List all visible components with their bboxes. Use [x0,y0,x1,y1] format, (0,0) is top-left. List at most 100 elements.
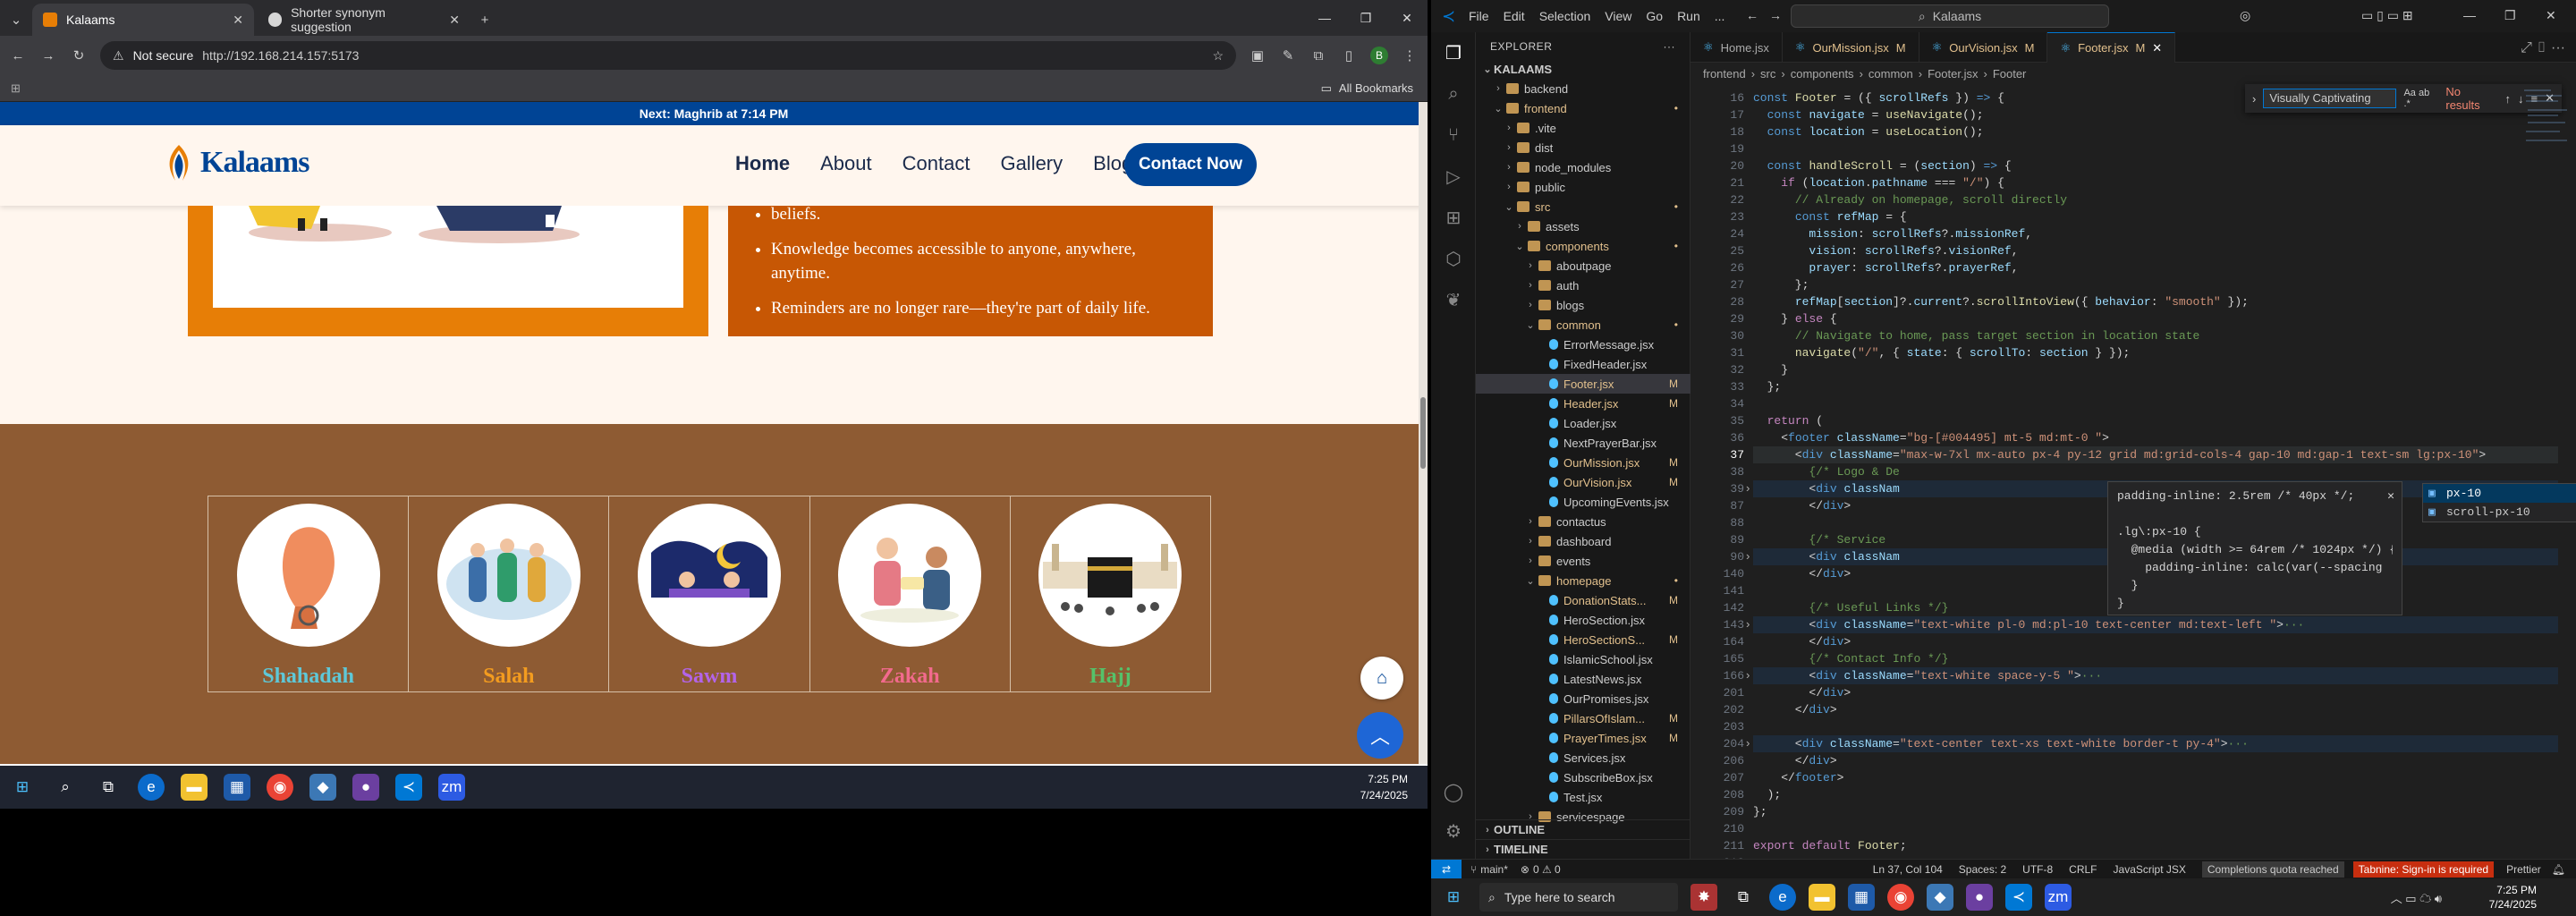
system-clock[interactable]: 7:25 PM 7/24/2025 [2489,883,2537,912]
indentation[interactable]: Spaces: 2 [1959,863,2006,876]
code-line[interactable]: <footer className="bg-[#004495] mt-5 md:… [1753,429,2109,446]
mongodb-icon[interactable]: ❦ [1442,288,1465,311]
nav-gallery[interactable]: Gallery [1000,152,1063,175]
tree-file[interactable]: LatestNews.jsx [1476,669,1690,689]
menu-file[interactable]: File [1469,9,1489,23]
crumb[interactable]: frontend [1703,67,1746,81]
tree-folder[interactable]: › .vite [1476,118,1690,138]
code-line[interactable]: const location = useLocation(); [1753,123,1984,140]
crumb[interactable]: common [1868,67,1913,81]
code-line[interactable]: <div className="text-white pl-0 md:pl-10… [1753,616,2558,633]
task-view-icon[interactable]: ⧉ [95,774,122,801]
tree-file[interactable]: OurMission.jsx M [1476,453,1690,472]
pillar-card-hajj[interactable]: Hajj [1011,496,1210,691]
url-text[interactable]: http://192.168.214.157:5173 [202,48,359,63]
code-line[interactable]: const navigate = useNavigate(); [1753,106,1984,123]
tree-folder[interactable]: ⌄ src • [1476,197,1690,216]
fold-chevron-icon[interactable]: › [1742,667,1751,684]
tree-file[interactable]: NextPrayerBar.jsx [1476,433,1690,453]
tab-ourmission-jsx[interactable]: ⚛ OurMission.jsx M [1783,32,1919,63]
forward-icon[interactable]: → [1769,8,1782,22]
match-options-icons[interactable]: Aa ab .* [2403,88,2438,109]
tree-file[interactable]: OurVision.jsx M [1476,472,1690,492]
notifications-icon[interactable]: 🔔︎ [2552,863,2565,876]
code-line[interactable]: navigate("/", { state: { scrollTo: secti… [1753,344,2131,361]
git-branch[interactable]: main* [1480,863,1508,876]
tree-folder[interactable]: › node_modules [1476,157,1690,177]
problems-count[interactable]: 0 ⚠ 0 [1533,863,1561,876]
tree-folder[interactable]: › public [1476,177,1690,197]
tree-file[interactable]: Test.jsx [1476,787,1690,807]
puzzle-icon[interactable]: ⧉ [1309,47,1327,64]
workspace-root[interactable]: ⌄ KALAAMS [1476,59,1690,79]
tree-folder[interactable]: › aboutpage [1476,256,1690,276]
maximize-icon[interactable]: ❐ [2504,8,2516,23]
apps-grid-icon[interactable]: ⊞ [11,81,21,96]
fold-chevron-icon[interactable]: › [1742,616,1751,633]
code-line[interactable]: refMap[section]?.current?.scrollIntoView… [1753,293,2249,310]
extensions-icon[interactable]: ⊞ [1442,206,1465,229]
forward-icon[interactable]: → [39,47,57,64]
minimap[interactable] [2522,86,2569,229]
tree-folder[interactable]: › dashboard [1476,531,1690,551]
site-logo[interactable]: Kalaams [163,143,309,182]
contact-now-button[interactable]: Contact Now [1124,143,1257,186]
file-explorer-icon[interactable]: ▬ [1809,884,1835,911]
timeline-section[interactable]: › TIMELINE [1476,839,1690,859]
more-actions-icon[interactable]: ··· [1664,40,1676,53]
close-window-icon[interactable]: ✕ [1386,0,1428,36]
crumb[interactable]: Footer.jsx [1928,67,1978,81]
tab-ourvision-jsx[interactable]: ⚛ OurVision.jsx M [1919,32,2048,63]
language-mode[interactable]: JavaScript JSX [2114,863,2186,876]
profile-avatar[interactable]: B [1370,47,1388,64]
tree-folder[interactable]: › blogs [1476,295,1690,315]
bookmark-star-icon[interactable]: ☆ [1212,48,1224,64]
tree-file[interactable]: DonationStats... M [1476,590,1690,610]
tree-file[interactable]: HeroSectionS... M [1476,630,1690,649]
code-line[interactable]: {/* Service [1753,531,1885,548]
tree-folder[interactable]: › events [1476,551,1690,571]
task-view-icon[interactable]: ⧉ [1730,884,1757,911]
tab-search-icon[interactable]: ⌄ [7,11,25,29]
layout-icons[interactable]: ▭ ▯ ▭ ⊞ [2361,8,2413,23]
fold-chevron-icon[interactable]: › [1742,548,1751,565]
code-line[interactable]: {/* Contact Info */} [1753,650,1948,667]
close-tab-icon[interactable]: ✕ [233,13,243,28]
prev-match-icon[interactable]: ↑ [2505,92,2512,106]
code-line[interactable]: </div> [1753,565,1851,582]
system-clock[interactable]: 7:25 PM 7/24/2025 [1360,771,1408,803]
github-icon[interactable]: ● [1966,884,1993,911]
fold-chevron-icon[interactable]: › [1742,735,1751,752]
tree-folder[interactable]: › contactus [1476,512,1690,531]
line-ending[interactable]: CRLF [2069,863,2097,876]
edge-icon[interactable]: e [1769,884,1796,911]
find-input[interactable]: Visually Captivating [2263,89,2397,108]
code-line[interactable]: export default Footer; [1753,837,1907,854]
chrome-icon[interactable]: ◉ [267,774,293,801]
tree-file[interactable]: OurPromises.jsx [1476,689,1690,708]
run-debug-icon[interactable]: ▷ [1442,165,1465,188]
outline-section[interactable]: › OUTLINE [1476,819,1690,839]
code-line[interactable]: <div className="text-center text-xs text… [1753,735,2558,752]
tree-file[interactable]: Footer.jsx M [1476,374,1690,394]
tree-folder[interactable]: ⌄ homepage • [1476,571,1690,590]
code-line[interactable]: } else { [1753,310,1836,327]
tree-file[interactable]: SubscribeBox.jsx [1476,768,1690,787]
menu-go[interactable]: Go [1646,9,1663,23]
code-line[interactable]: }; [1753,803,1767,820]
code-line[interactable]: }; [1753,276,1809,293]
browser-tab-kalaams[interactable]: Kalaams ✕ [32,4,254,36]
pillar-card-salah[interactable]: Salah [409,496,610,691]
code-line[interactable]: {/* Useful Links */} [1753,599,1948,616]
tree-folder[interactable]: › dist [1476,138,1690,157]
extension-icon[interactable]: ▣ [1249,47,1267,64]
tree-file[interactable]: UpcomingEvents.jsx [1476,492,1690,512]
tray-icons[interactable]: ︿ ▭ ☁ 🔊︎ [2391,889,2442,906]
tree-file[interactable]: ErrorMessage.jsx [1476,335,1690,354]
explorer-icon[interactable]: ❐ [1442,41,1465,64]
code-line[interactable]: mission: scrollRefs?.missionRef, [1753,225,2032,242]
python-icon[interactable]: ◆ [309,774,336,801]
suggestion-item[interactable]: ▣ px-10 [2423,484,2576,503]
tree-file[interactable]: Header.jsx M [1476,394,1690,413]
fold-chevron-icon[interactable]: › [1742,480,1751,497]
